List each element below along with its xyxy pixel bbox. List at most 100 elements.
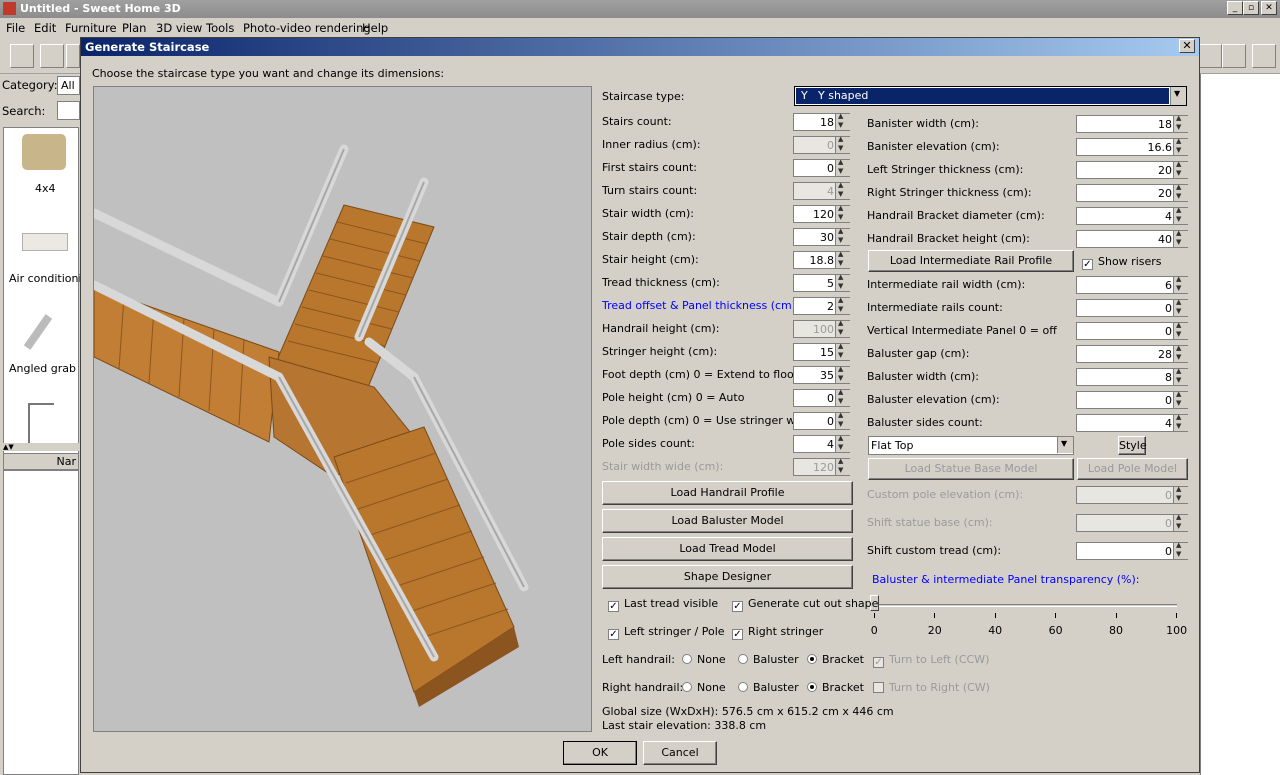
field-spinner[interactable]: 4 bbox=[1076, 206, 1188, 225]
field-spinner[interactable]: 0 bbox=[1076, 298, 1188, 317]
field-spinner[interactable]: 30 bbox=[793, 227, 850, 246]
menu-help[interactable]: Help bbox=[362, 21, 388, 35]
spinner-arrows[interactable] bbox=[835, 181, 850, 199]
right-stringer-checkbox[interactable]: ✓ Right stringer bbox=[732, 625, 823, 640]
spinner-arrows[interactable] bbox=[835, 365, 850, 383]
field-spinner[interactable]: 120 bbox=[793, 457, 850, 476]
spinner-arrows[interactable] bbox=[1173, 229, 1188, 247]
right-handrail-bracket-radio[interactable]: Bracket bbox=[807, 681, 864, 694]
turn-left-checkbox[interactable]: ✓ Turn to Left (CCW) bbox=[873, 653, 989, 668]
left-handrail-none-radio[interactable]: None bbox=[682, 653, 726, 666]
field-spinner[interactable]: 0 bbox=[793, 411, 850, 430]
spinner-arrows[interactable] bbox=[835, 411, 850, 429]
plan-tool-icon[interactable] bbox=[1198, 44, 1222, 68]
field-spinner[interactable]: 16.6 bbox=[1076, 137, 1188, 156]
field-spinner[interactable]: 8 bbox=[1076, 367, 1188, 386]
spinner-arrows[interactable] bbox=[1173, 367, 1188, 385]
menu-3d-view[interactable]: 3D view bbox=[156, 21, 202, 35]
save-icon[interactable] bbox=[66, 44, 80, 68]
field-spinner[interactable]: 15 bbox=[793, 342, 850, 361]
field-spinner[interactable]: 18 bbox=[793, 112, 850, 131]
room-tool-icon[interactable] bbox=[1222, 44, 1246, 68]
menu-edit[interactable]: Edit bbox=[34, 21, 56, 35]
spinner-arrows[interactable] bbox=[835, 319, 850, 337]
field-spinner[interactable]: 18 bbox=[1076, 114, 1188, 133]
spinner-arrows[interactable] bbox=[835, 112, 850, 130]
field-spinner[interactable]: 120 bbox=[793, 204, 850, 223]
menu-photo-video[interactable]: Photo-video rendering bbox=[243, 21, 371, 35]
spinner-arrows[interactable] bbox=[1173, 321, 1188, 339]
field-spinner[interactable]: 4 bbox=[793, 181, 850, 200]
spinner-arrows[interactable] bbox=[1173, 114, 1188, 132]
load-intermediate-rail-button[interactable]: Load Intermediate Rail Profile bbox=[868, 250, 1074, 272]
spinner-arrows[interactable] bbox=[1173, 298, 1188, 316]
spinner-arrows[interactable] bbox=[1173, 183, 1188, 201]
spinner-arrows[interactable] bbox=[835, 434, 850, 452]
field-spinner[interactable]: 5 bbox=[793, 273, 850, 292]
field-spinner[interactable]: 20 bbox=[1076, 160, 1188, 179]
custom-pole-spinner[interactable]: 0 bbox=[1076, 485, 1188, 504]
field-spinner[interactable]: 0 bbox=[793, 158, 850, 177]
catalog-scrollbar[interactable]: ▲▼ bbox=[3, 443, 79, 451]
field-spinner[interactable]: 18.8 bbox=[793, 250, 850, 269]
field-spinner[interactable]: 100 bbox=[793, 319, 850, 338]
load-handrail-profile-button[interactable]: Load Handrail Profile bbox=[602, 481, 853, 505]
catalog-item-angled-grab[interactable]: Angled grab ... bbox=[9, 362, 90, 375]
right-handrail-none-radio[interactable]: None bbox=[682, 681, 726, 694]
load-pole-model-button[interactable]: Load Pole Model bbox=[1077, 458, 1188, 480]
left-stringer-checkbox[interactable]: ✓ Left stringer / Pole bbox=[608, 625, 725, 640]
spinner-arrows[interactable] bbox=[1173, 413, 1188, 431]
spinner-arrows[interactable] bbox=[835, 388, 850, 406]
dialog-close-button[interactable]: ✕ bbox=[1179, 39, 1195, 53]
new-home-icon[interactable] bbox=[10, 44, 34, 68]
menu-file[interactable]: File bbox=[6, 21, 25, 35]
field-spinner[interactable]: 2 bbox=[793, 296, 850, 315]
open-icon[interactable] bbox=[40, 44, 64, 68]
field-spinner[interactable]: 4 bbox=[793, 434, 850, 453]
maximize-button[interactable]: ▫ bbox=[1243, 1, 1259, 15]
last-tread-checkbox[interactable]: ✓ Last tread visible bbox=[608, 597, 718, 612]
turn-right-checkbox[interactable]: Turn to Right (CW) bbox=[873, 681, 990, 694]
left-handrail-baluster-radio[interactable]: Baluster bbox=[738, 653, 799, 666]
field-spinner[interactable]: 6 bbox=[1076, 275, 1188, 294]
left-handrail-bracket-radio[interactable]: Bracket bbox=[807, 653, 864, 666]
spinner-arrows[interactable] bbox=[1173, 344, 1188, 362]
spinner-arrows[interactable] bbox=[835, 250, 850, 268]
cancel-button[interactable]: Cancel bbox=[643, 741, 717, 765]
spinner-arrows[interactable] bbox=[835, 204, 850, 222]
menu-plan[interactable]: Plan bbox=[122, 21, 146, 35]
furniture-table[interactable] bbox=[3, 470, 79, 775]
field-spinner[interactable]: 0 bbox=[1076, 321, 1188, 340]
field-spinner[interactable]: 0 bbox=[1076, 390, 1188, 409]
category-combo[interactable]: All bbox=[57, 76, 80, 95]
spinner-arrows[interactable] bbox=[835, 273, 850, 291]
field-spinner[interactable]: 4 bbox=[1076, 413, 1188, 432]
show-risers-checkbox[interactable]: ✓ Show risers bbox=[1082, 255, 1162, 270]
style-button[interactable]: Style bbox=[1118, 436, 1147, 455]
staircase-3d-preview[interactable] bbox=[93, 86, 592, 732]
transparency-slider-track[interactable] bbox=[875, 604, 1177, 607]
field-spinner[interactable]: 28 bbox=[1076, 344, 1188, 363]
field-spinner[interactable]: 40 bbox=[1076, 229, 1188, 248]
chevron-down-icon[interactable] bbox=[1057, 437, 1073, 453]
spinner-arrows[interactable] bbox=[835, 457, 850, 475]
shift-tread-spinner[interactable]: 0 bbox=[1076, 541, 1188, 560]
ok-button[interactable]: OK bbox=[563, 741, 637, 765]
menu-tools[interactable]: Tools bbox=[206, 21, 234, 35]
spinner-arrows[interactable] bbox=[835, 227, 850, 245]
menu-furniture[interactable]: Furniture bbox=[65, 21, 117, 35]
catalog-item-4x4[interactable]: 4x4 bbox=[35, 182, 56, 195]
cut-out-checkbox[interactable]: ✓ Generate cut out shape bbox=[732, 597, 878, 612]
field-spinner[interactable]: 0 bbox=[793, 388, 850, 407]
field-spinner[interactable]: 0 bbox=[793, 135, 850, 154]
right-handrail-baluster-radio[interactable]: Baluster bbox=[738, 681, 799, 694]
shift-statue-spinner[interactable]: 0 bbox=[1076, 513, 1188, 532]
spinner-arrows[interactable] bbox=[1173, 137, 1188, 155]
staircase-type-combo[interactable]: Y shaped Y bbox=[794, 86, 1187, 106]
field-spinner[interactable]: 20 bbox=[1076, 183, 1188, 202]
spinner-arrows[interactable] bbox=[835, 158, 850, 176]
spinner-arrows[interactable] bbox=[835, 296, 850, 314]
label-tool-icon[interactable] bbox=[1252, 44, 1276, 68]
load-baluster-model-button[interactable]: Load Baluster Model bbox=[602, 509, 853, 533]
shape-designer-button[interactable]: Shape Designer bbox=[602, 565, 853, 589]
